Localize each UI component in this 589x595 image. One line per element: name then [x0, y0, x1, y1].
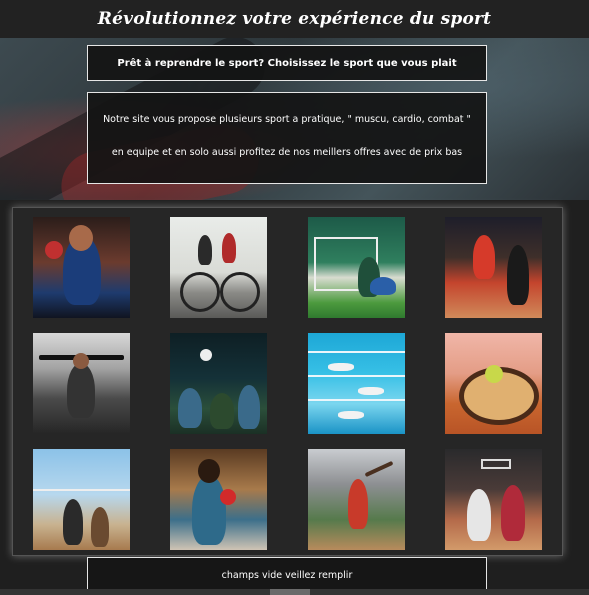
sport-image-tennis[interactable] — [445, 333, 542, 434]
sport-image-rugby[interactable] — [170, 333, 267, 434]
sport-image-weightlifting[interactable] — [33, 333, 130, 434]
sport-prompt-text: Prêt à reprendre le sport? Choisissez le… — [117, 57, 457, 69]
site-title: Révolutionnez votre expérience du sport — [97, 9, 492, 29]
sport-image-handball[interactable] — [445, 217, 542, 318]
site-description-text: Notre site vous propose plusieurs sport … — [103, 114, 471, 158]
horizontal-scrollbar[interactable] — [0, 589, 589, 595]
scrollbar-thumb[interactable] — [270, 589, 310, 595]
sport-image-volleyball[interactable] — [33, 449, 130, 550]
sports-gallery — [12, 207, 563, 556]
sport-image-cycling[interactable] — [170, 217, 267, 318]
empty-field-message: champs vide veillez remplir — [221, 569, 353, 581]
sport-prompt-box: Prêt à reprendre le sport? Choisissez le… — [87, 45, 487, 81]
sport-image-swimming[interactable] — [308, 333, 405, 434]
sport-image-basketball[interactable] — [445, 449, 542, 550]
sport-image-soccer[interactable] — [308, 217, 405, 318]
sport-image-boxing[interactable] — [33, 217, 130, 318]
form-message-box: champs vide veillez remplir — [87, 557, 487, 593]
sport-image-baseball[interactable] — [308, 449, 405, 550]
sport-image-table-tennis[interactable] — [170, 449, 267, 550]
site-header: Révolutionnez votre expérience du sport — [0, 0, 589, 38]
site-description-box: Notre site vous propose plusieurs sport … — [87, 92, 487, 184]
